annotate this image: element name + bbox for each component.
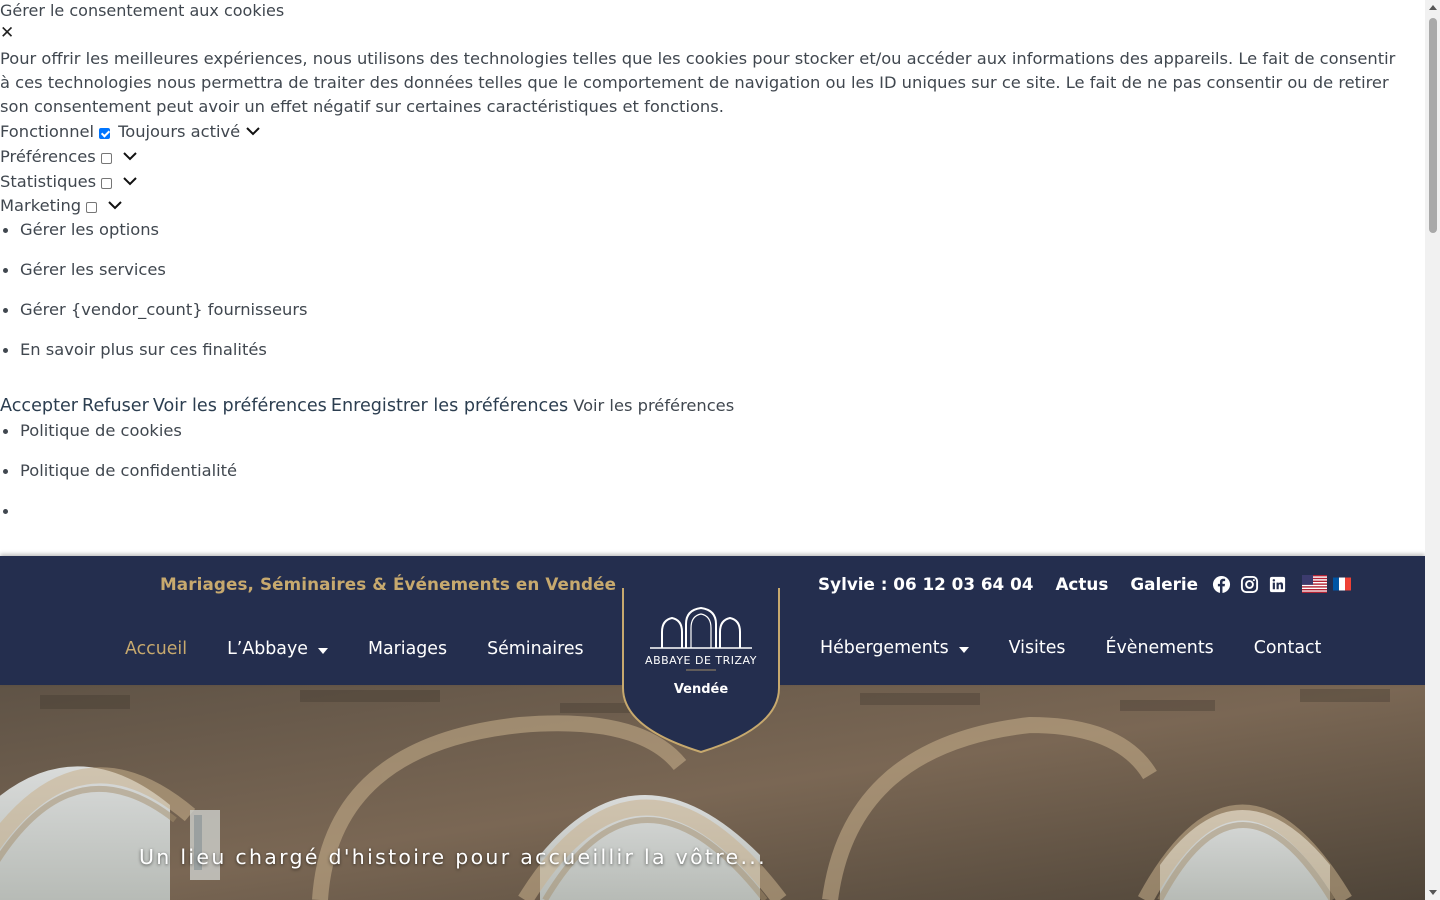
cookie-banner-title: Gérer le consentement aux cookies — [0, 1, 285, 20]
header-top-bar: Sylvie : 06 12 03 64 04 Actus Galerie — [818, 574, 1351, 594]
close-icon[interactable]: ✕ — [0, 25, 14, 42]
category-label: Fonctionnel — [0, 121, 95, 141]
logo-subtitle: Vendée — [674, 682, 729, 697]
preferences-checkbox[interactable] — [100, 152, 112, 164]
phone-link[interactable]: Sylvie : 06 12 03 64 04 — [818, 574, 1033, 594]
nav-label: L’Abbaye — [227, 639, 308, 659]
privacy-policy-link[interactable]: Politique de confidentialité — [2, 461, 237, 501]
cookie-actions: Accepter Refuser Voir les préférences En… — [0, 396, 734, 416]
view-preferences-link[interactable]: Voir les préférences — [573, 396, 734, 415]
galerie-link[interactable]: Galerie — [1130, 574, 1198, 594]
instagram-icon[interactable] — [1240, 575, 1259, 594]
scroll-down-icon[interactable] — [1429, 890, 1437, 895]
chevron-down-icon[interactable] — [122, 173, 138, 189]
nav-item-evenements[interactable]: Évènements — [1105, 638, 1213, 658]
nav-item-seminaires[interactable]: Séminaires — [487, 639, 584, 659]
nav-label: Accueil — [125, 639, 188, 659]
category-label: Marketing — [0, 195, 82, 215]
category-preferences[interactable]: Préférences — [0, 145, 138, 167]
nav-item-mariages[interactable]: Mariages — [368, 639, 447, 659]
main-nav-left: Accueil L’Abbaye Mariages Séminaires — [125, 639, 624, 659]
site-page: Un lieu chargé d'histoire pour accueilli… — [0, 556, 1425, 900]
nav-label: Mariages — [367, 639, 448, 659]
cookie-message: Pour offrir les meilleures expériences, … — [0, 49, 1396, 116]
nav-item-accueil[interactable]: Accueil — [125, 639, 187, 659]
scrollbar-thumb[interactable] — [1429, 18, 1437, 233]
policy-links-list: Politique de cookies Politique de confid… — [2, 421, 237, 541]
nav-label: Contact — [1253, 638, 1322, 658]
empty-list-item — [2, 501, 237, 541]
english-flag-icon[interactable] — [1302, 575, 1327, 593]
category-marketing[interactable]: Marketing — [0, 194, 123, 216]
view-preferences-button[interactable]: Voir les préférences — [153, 396, 327, 416]
category-functional[interactable]: Fonctionnel Toujours activé — [0, 120, 261, 142]
nav-item-visites[interactable]: Visites — [1009, 638, 1066, 658]
chevron-down-icon[interactable] — [122, 148, 138, 164]
chevron-down-icon[interactable] — [245, 123, 261, 139]
accept-button[interactable]: Accepter — [0, 396, 78, 416]
french-flag-icon[interactable] — [1333, 575, 1351, 593]
functional-checkbox[interactable] — [99, 127, 111, 139]
manage-services-link[interactable]: Gérer les services — [3, 260, 308, 300]
abbaye-logo[interactable]: ABBAYE DE TRIZAY Vendée — [622, 588, 780, 754]
main-nav-right: Hébergements Visites Évènements Contact — [820, 638, 1361, 658]
page-scrollbar[interactable] — [1425, 0, 1440, 900]
refuse-button[interactable]: Refuser — [82, 396, 149, 416]
category-label: Préférences — [0, 146, 96, 166]
linkedin-icon[interactable] — [1268, 575, 1287, 594]
manage-options-link[interactable]: Gérer les options — [3, 220, 308, 260]
always-active-label: Toujours activé — [118, 121, 241, 141]
statistics-checkbox[interactable] — [101, 177, 113, 189]
manage-links-list: Gérer les options Gérer les services Gér… — [3, 220, 308, 380]
nav-label: Séminaires — [487, 639, 584, 659]
nav-label: Visites — [1008, 638, 1066, 658]
cookie-policy-link[interactable]: Politique de cookies — [2, 421, 237, 461]
nav-item-hebergements[interactable]: Hébergements — [820, 638, 969, 658]
caret-down-icon — [317, 647, 328, 654]
actus-link[interactable]: Actus — [1055, 574, 1108, 594]
category-label: Statistiques — [0, 171, 97, 191]
nav-label: Hébergements — [820, 638, 949, 658]
category-statistics[interactable]: Statistiques — [0, 170, 138, 192]
logo-wordmark: ABBAYE DE TRIZAY — [645, 654, 757, 667]
nav-item-contact[interactable]: Contact — [1254, 638, 1322, 658]
marketing-checkbox[interactable] — [86, 201, 98, 213]
caret-down-icon — [958, 646, 969, 653]
scroll-up-icon[interactable] — [1429, 5, 1437, 10]
manage-vendors-link[interactable]: Gérer {vendor_count} fournisseurs — [3, 300, 308, 340]
nav-label: Évènements — [1105, 638, 1214, 658]
chevron-down-icon[interactable] — [107, 197, 123, 213]
save-preferences-button[interactable]: Enregistrer les préférences — [331, 396, 568, 416]
header-tagline: Mariages, Séminaires & Événements en Ven… — [160, 574, 617, 594]
hero-caption: Un lieu chargé d'histoire pour accueilli… — [139, 845, 767, 869]
nav-item-abbaye[interactable]: L’Abbaye — [227, 639, 328, 659]
learn-more-link[interactable]: En savoir plus sur ces finalités — [3, 340, 308, 380]
facebook-icon[interactable] — [1212, 575, 1231, 594]
